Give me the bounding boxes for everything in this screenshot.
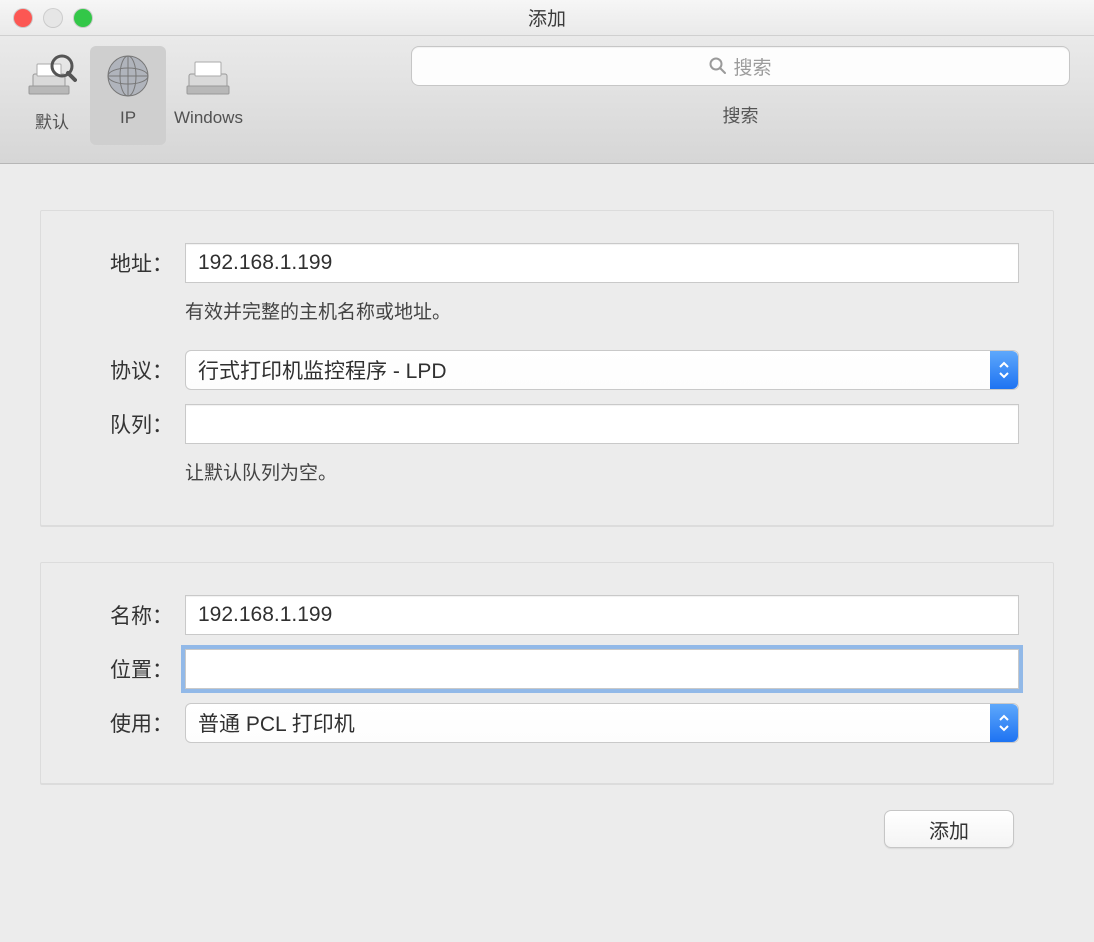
search-label: 搜索 xyxy=(722,102,758,128)
toolbar-item-label: IP xyxy=(120,108,136,128)
toolbar-item-label: Windows xyxy=(174,108,243,128)
address-input[interactable]: 192.168.1.199 xyxy=(185,243,1019,283)
chevron-updown-icon xyxy=(990,351,1018,389)
toolbar-item-ip[interactable]: IP xyxy=(90,46,166,145)
location-input[interactable] xyxy=(185,649,1019,689)
printer-icon xyxy=(178,48,238,104)
titlebar: 添加 xyxy=(0,0,1094,36)
search-input[interactable]: 搜索 xyxy=(411,46,1070,86)
details-panel: 名称： 192.168.1.199 位置： 使用： 普通 PCL 打印机 xyxy=(40,562,1054,784)
printer-search-icon xyxy=(22,48,82,104)
search-placeholder: 搜索 xyxy=(733,53,771,80)
name-input[interactable]: 192.168.1.199 xyxy=(185,595,1019,635)
connection-panel: 地址： 192.168.1.199 有效并完整的主机名称或地址。 协议： 行式打… xyxy=(40,210,1054,526)
use-label: 使用： xyxy=(75,708,173,738)
location-label: 位置： xyxy=(75,654,173,684)
protocol-label: 协议： xyxy=(75,355,173,385)
window-title: 添加 xyxy=(0,4,1094,31)
toolbar-item-windows[interactable]: Windows xyxy=(166,46,251,145)
queue-helper: 让默认队列为空。 xyxy=(185,458,1019,485)
protocol-select[interactable]: 行式打印机监控程序 - LPD xyxy=(185,350,1019,390)
toolbar: 默认 IP Windows xyxy=(0,36,1094,164)
add-button[interactable]: 添加 xyxy=(884,810,1014,848)
chevron-updown-icon xyxy=(990,704,1018,742)
queue-input[interactable] xyxy=(185,404,1019,444)
search-icon xyxy=(709,57,727,75)
toolbar-item-label: 默认 xyxy=(35,108,69,133)
address-helper: 有效并完整的主机名称或地址。 xyxy=(185,297,1019,324)
use-select[interactable]: 普通 PCL 打印机 xyxy=(185,703,1019,743)
globe-icon xyxy=(98,48,158,104)
queue-label: 队列： xyxy=(75,409,173,439)
address-label: 地址： xyxy=(75,248,173,278)
toolbar-item-default[interactable]: 默认 xyxy=(14,46,90,145)
name-label: 名称： xyxy=(75,600,173,630)
